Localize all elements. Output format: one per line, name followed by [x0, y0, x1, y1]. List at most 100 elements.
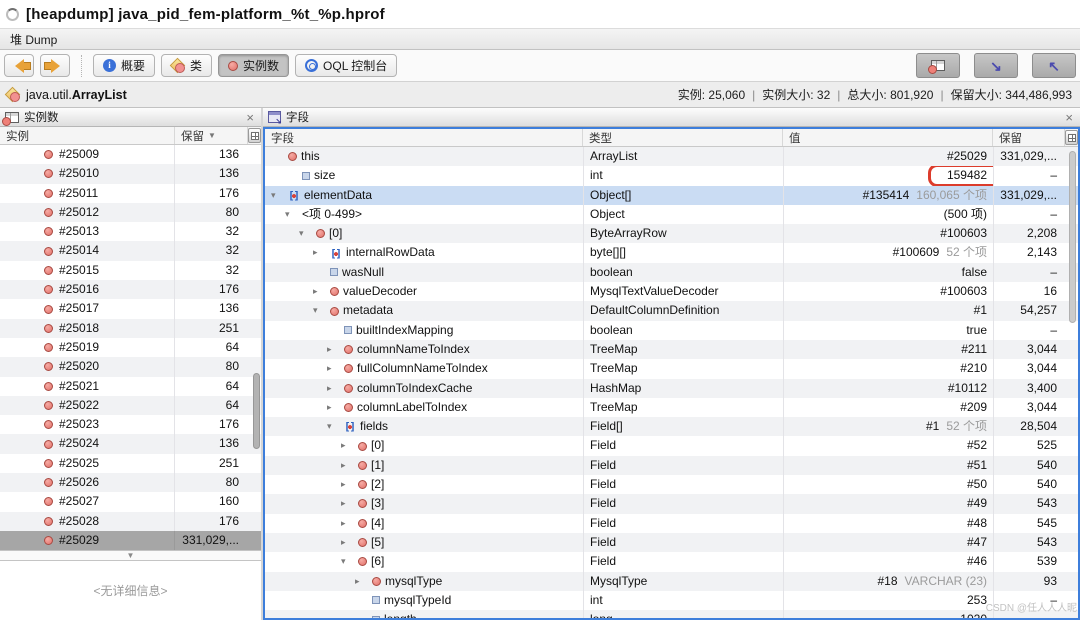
- forward-button[interactable]: [40, 54, 70, 77]
- expander-closed-icon[interactable]: ▸: [327, 398, 340, 417]
- vertical-scrollbar-thumb[interactable]: [253, 373, 260, 449]
- instance-row[interactable]: #25013 32: [0, 222, 261, 242]
- column-type[interactable]: 类型: [582, 129, 782, 146]
- instance-row[interactable]: #25017 136: [0, 299, 261, 319]
- instance-icon: [372, 576, 381, 586]
- field-row[interactable]: ▾ [0] ByteArrayRow #100603 2,208: [265, 224, 1078, 244]
- vertical-scrollbar-thumb[interactable]: [1069, 151, 1076, 323]
- tab-heap-dump[interactable]: 堆 Dump: [10, 31, 57, 48]
- instances-button[interactable]: 实例数: [218, 54, 290, 77]
- instance-row[interactable]: #25019 64: [0, 337, 261, 358]
- field-row[interactable]: ▸ valueDecoder MysqlTextValueDecoder #10060…: [265, 282, 1078, 302]
- field-row[interactable]: ▸ mysqlType MysqlType #18 VARCHAR (23) 93: [265, 571, 1078, 591]
- show-references-button[interactable]: ↖: [1032, 53, 1076, 78]
- instance-row[interactable]: #25014 32: [0, 241, 261, 261]
- close-icon[interactable]: ×: [244, 111, 256, 124]
- instance-row[interactable]: #25016 176: [0, 280, 261, 300]
- field-row[interactable]: ▾ <项 0-499> Object (500 项) –: [265, 204, 1078, 225]
- instance-row[interactable]: #25024 136: [0, 434, 261, 454]
- expander-closed-icon[interactable]: ▸: [313, 243, 326, 262]
- instances-view-button[interactable]: [916, 53, 960, 78]
- instance-icon: [44, 150, 53, 160]
- field-row[interactable]: size int 159482–: [265, 166, 1078, 186]
- column-retained[interactable]: 保留: [992, 129, 1064, 146]
- expander-closed-icon[interactable]: ▸: [341, 475, 354, 494]
- summary-button[interactable]: 概要: [93, 54, 156, 77]
- instance-row[interactable]: #25010 136: [0, 164, 261, 184]
- field-value: #46: [966, 554, 987, 569]
- field-row[interactable]: ▾ metadata DefaultColumnDefinition #1 54,257: [265, 301, 1078, 321]
- column-settings-button[interactable]: [1065, 130, 1078, 145]
- field-row[interactable]: ▸ [2] Field #50 540: [265, 475, 1078, 495]
- field-row[interactable]: ▸ [1] Field #51 540: [265, 455, 1078, 476]
- field-value: true: [966, 322, 987, 337]
- field-row[interactable]: builtIndexMapping boolean true –: [265, 320, 1078, 340]
- field-row[interactable]: ▾ fields Field[] #1 52 个项 28,504: [265, 417, 1078, 437]
- instance-row[interactable]: #25022 64: [0, 395, 261, 416]
- instance-row[interactable]: #25018 251: [0, 318, 261, 338]
- field-row[interactable]: ▸ [0] Field #52 525: [265, 436, 1078, 456]
- instance-icon: [44, 265, 53, 275]
- instance-icon: [44, 478, 53, 488]
- field-row[interactable]: ▾ [6] Field #46 539: [265, 552, 1078, 572]
- instance-id-cell: #25028: [0, 512, 174, 531]
- expander-closed-icon[interactable]: ▸: [327, 379, 340, 398]
- field-row[interactable]: length long 1020: [265, 610, 1078, 618]
- instance-row[interactable]: #25020 80: [0, 357, 261, 377]
- classes-button[interactable]: 类: [161, 54, 213, 77]
- instance-row[interactable]: #25029 331,029,...: [0, 530, 261, 551]
- expander-closed-icon[interactable]: ▸: [327, 340, 340, 359]
- column-instance[interactable]: 实例: [0, 127, 174, 144]
- field-row[interactable]: ▸ [5] Field #47 543: [265, 532, 1078, 553]
- expander-closed-icon[interactable]: ▸: [341, 456, 354, 475]
- expander-closed-icon[interactable]: ▸: [327, 359, 340, 378]
- instance-row[interactable]: #25025 251: [0, 453, 261, 474]
- instance-id-cell: #25014: [0, 241, 174, 260]
- expander-closed-icon[interactable]: ▸: [341, 514, 354, 533]
- column-settings-button[interactable]: [248, 128, 261, 143]
- column-value[interactable]: 值: [782, 129, 992, 146]
- expander-open-icon[interactable]: ▾: [341, 552, 354, 571]
- instance-id-cell: #25023: [0, 415, 174, 434]
- expander-open-icon[interactable]: ▾: [313, 301, 326, 320]
- oql-console-button[interactable]: OQL 控制台: [295, 54, 398, 77]
- field-value-cell: 1020: [783, 610, 993, 618]
- field-row[interactable]: ▸ fullColumnNameToIndex TreeMap #210 3,044: [265, 359, 1078, 379]
- instance-row[interactable]: #25028 176: [0, 511, 261, 531]
- field-row[interactable]: ▸ [4] Field #48 545: [265, 513, 1078, 533]
- field-row[interactable]: ▾ elementData Object[] #135414 160,065 个项 331…: [265, 185, 1078, 205]
- expander-open-icon[interactable]: ▾: [271, 186, 284, 205]
- instance-row[interactable]: #25026 80: [0, 473, 261, 493]
- field-row[interactable]: this ArrayList #25029 331,029,...: [265, 147, 1078, 167]
- instance-row[interactable]: #25021 64: [0, 376, 261, 396]
- field-row[interactable]: ▸ columnToIndexCache HashMap #10112 3,400: [265, 378, 1078, 398]
- expander-closed-icon[interactable]: ▸: [313, 282, 326, 301]
- field-row[interactable]: wasNull boolean false –: [265, 262, 1078, 283]
- expander-open-icon[interactable]: ▾: [299, 224, 312, 243]
- field-row[interactable]: ▸ columnLabelToIndex TreeMap #209 3,044: [265, 397, 1078, 418]
- expander-closed-icon[interactable]: ▸: [341, 533, 354, 552]
- instance-row[interactable]: #25027 160: [0, 492, 261, 512]
- expander-open-icon[interactable]: ▾: [327, 417, 340, 436]
- jump-to-instance-button[interactable]: ↘: [974, 53, 1018, 78]
- field-row[interactable]: ▸ columnNameToIndex TreeMap #211 3,044: [265, 339, 1078, 360]
- field-value-cell: #47: [783, 532, 993, 553]
- expander-closed-icon[interactable]: ▸: [341, 494, 354, 513]
- instance-row[interactable]: #25011 176: [0, 183, 261, 203]
- expander-closed-icon[interactable]: ▸: [355, 572, 368, 591]
- close-icon[interactable]: ×: [1063, 111, 1075, 124]
- instance-icon: [358, 557, 367, 567]
- instance-row[interactable]: #25015 32: [0, 260, 261, 281]
- instance-row[interactable]: #25023 176: [0, 415, 261, 435]
- back-button[interactable]: [4, 54, 34, 77]
- details-splitter[interactable]: ▼: [0, 550, 261, 562]
- field-row[interactable]: ▸ internalRowData byte[][] #100609 52 个项 2,14…: [265, 243, 1078, 263]
- instance-row[interactable]: #25012 80: [0, 202, 261, 223]
- field-row[interactable]: ▸ [3] Field #49 543: [265, 494, 1078, 514]
- column-retained[interactable]: 保留 ▼: [174, 127, 247, 144]
- expander-closed-icon[interactable]: ▸: [341, 436, 354, 455]
- field-row[interactable]: mysqlTypeId int 253–: [265, 590, 1078, 611]
- column-field[interactable]: 字段: [265, 129, 582, 146]
- expander-open-icon[interactable]: ▾: [285, 205, 298, 224]
- instance-row[interactable]: #25009 136: [0, 145, 261, 165]
